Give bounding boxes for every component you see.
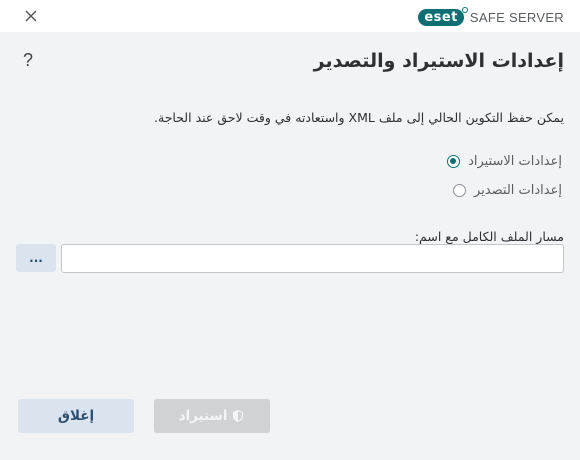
import-button[interactable]: استيراد	[154, 399, 270, 433]
radio-button-export[interactable]	[453, 183, 467, 197]
eset-logo: eset	[418, 6, 468, 26]
browse-button[interactable]: ...	[16, 244, 56, 272]
radio-import-settings[interactable]: إعدادات الاستيراد	[447, 151, 562, 171]
product-name: SAFE SERVER	[469, 9, 564, 25]
import-button-label: استيراد	[178, 408, 228, 424]
brand: eset SAFE SERVER	[418, 6, 564, 27]
close-icon[interactable]	[22, 7, 40, 25]
dialog-description: يمكن حفظ التكوين الحالي إلى ملف XML واست…	[154, 110, 564, 125]
page-title: إعدادات الاستيراد والتصدير	[313, 50, 564, 72]
help-icon[interactable]: ?	[18, 50, 38, 74]
file-path-label: مسار الملف الكامل مع اسم:	[414, 229, 564, 244]
close-button-label: إغلاق	[57, 408, 95, 424]
close-button[interactable]: إغلاق	[18, 399, 134, 433]
radio-button-import[interactable]	[447, 154, 461, 168]
file-path-input[interactable]	[61, 244, 564, 273]
title-bar: eset SAFE SERVER	[0, 0, 580, 32]
radio-export-settings[interactable]: إعدادات التصدير	[453, 180, 562, 200]
radio-label-import: إعدادات الاستيراد	[468, 153, 562, 169]
shield-icon	[231, 409, 245, 423]
radio-label-export: إعدادات التصدير	[474, 182, 562, 198]
